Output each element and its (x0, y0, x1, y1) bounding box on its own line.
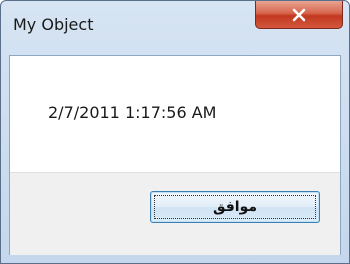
window-title: My Object (13, 15, 94, 34)
title-bar[interactable]: My Object (1, 1, 349, 57)
message-dialog-window: My Object 2/7/2011 1:17:56 AM موافق (0, 0, 350, 264)
ok-button[interactable]: موافق (150, 191, 320, 223)
close-button[interactable] (255, 1, 343, 29)
close-icon (291, 8, 307, 22)
ok-button-label: موافق (212, 199, 258, 215)
dialog-message: 2/7/2011 1:17:56 AM (48, 103, 217, 122)
dialog-button-bar: موافق (10, 172, 340, 255)
dialog-client-area: 2/7/2011 1:17:56 AM موافق (9, 55, 341, 255)
